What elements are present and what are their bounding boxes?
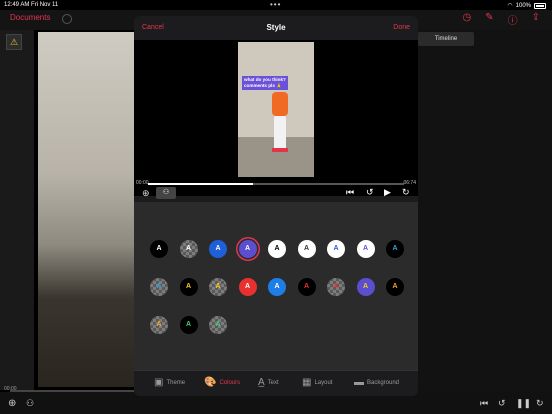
- tab-label: Text: [267, 379, 279, 386]
- tab-label: Layout: [314, 379, 333, 386]
- colour-swatch[interactable]: A: [150, 240, 168, 258]
- background-icon: ▬: [354, 377, 364, 388]
- done-button[interactable]: Done: [393, 24, 410, 31]
- status-right: ◠ 100%: [507, 2, 546, 9]
- pause-icon[interactable]: ❚❚: [516, 398, 531, 409]
- tab-label: Theme: [166, 379, 186, 386]
- colour-swatch[interactable]: A: [356, 278, 375, 296]
- play-icon[interactable]: ▶: [384, 187, 391, 198]
- skip-back-icon[interactable]: ⏮: [480, 398, 488, 409]
- colour-swatch[interactable]: A: [356, 240, 375, 258]
- status-bar: 12:49 AM Fri Nov 11 ••• ◠ 100%: [0, 0, 552, 10]
- battery-icon: [534, 2, 546, 9]
- colour-swatch[interactable]: A: [327, 240, 345, 258]
- background-toolbar: ◷ ✎ ⓘ ⇪: [462, 12, 540, 27]
- zoom-icon[interactable]: ⊕: [142, 188, 150, 199]
- background-video: [38, 32, 134, 387]
- multitask-dots[interactable]: •••: [270, 0, 281, 9]
- colour-swatch[interactable]: A: [297, 278, 316, 296]
- colour-swatch[interactable]: A: [209, 240, 227, 258]
- colour-swatch[interactable]: A: [238, 278, 257, 296]
- modal-title: Style: [266, 23, 286, 32]
- status-time: 12:49 AM Fri Nov 11: [4, 2, 59, 8]
- background-timecode: 00:00: [4, 386, 17, 392]
- preview-person: [272, 92, 288, 154]
- colour-swatch[interactable]: A: [179, 278, 198, 296]
- timeline-tab[interactable]: Timeline: [418, 32, 474, 46]
- zoom-icon[interactable]: ⊕: [8, 398, 16, 409]
- theme-icon: ▣: [154, 377, 164, 388]
- warning-icon[interactable]: ⚠: [6, 34, 22, 50]
- colour-swatch[interactable]: A: [238, 240, 257, 258]
- palette-icon: 🎨: [204, 377, 217, 388]
- colour-swatch[interactable]: A: [150, 278, 168, 296]
- skip-back-icon[interactable]: ⏮: [346, 187, 354, 198]
- tab-layout[interactable]: ▦ Layout: [302, 377, 332, 388]
- tab-colours[interactable]: 🎨 Colours: [204, 377, 240, 388]
- video-preview: what do you think? comments pls 🙏: [134, 40, 418, 196]
- replay-icon[interactable]: ↺: [498, 398, 506, 409]
- colour-swatch[interactable]: A: [179, 240, 198, 258]
- help-icon[interactable]: ⓘ: [508, 12, 518, 27]
- colour-swatch[interactable]: A: [386, 278, 404, 296]
- colour-swatch[interactable]: A: [297, 240, 316, 258]
- background-left-panel: [0, 30, 34, 390]
- colour-swatch[interactable]: A: [268, 240, 286, 258]
- tab-text[interactable]: A̲ Text: [258, 377, 279, 388]
- edit-icon[interactable]: ✎: [485, 12, 493, 27]
- colour-swatch[interactable]: A: [386, 240, 404, 258]
- more-icon[interactable]: [62, 14, 72, 24]
- modal-header: Cancel Style Done: [134, 16, 418, 40]
- documents-link[interactable]: Documents: [10, 13, 50, 22]
- share-icon[interactable]: ⇪: [532, 12, 540, 27]
- colour-swatch[interactable]: A: [179, 316, 198, 334]
- colour-swatch[interactable]: A: [268, 278, 286, 296]
- people-icon[interactable]: ⚇: [26, 398, 34, 409]
- wifi-icon: ◠: [507, 3, 513, 9]
- caption-bubble: what do you think? comments pls 🙏: [242, 76, 288, 90]
- forward-icon[interactable]: ↻: [402, 187, 410, 198]
- tab-label: Colours: [219, 379, 241, 386]
- battery-percent: 100%: [515, 2, 531, 9]
- tab-label: Background: [367, 379, 400, 386]
- tab-background[interactable]: ▬ Background: [354, 377, 399, 388]
- playback-controls: ⊕ ⚇ ⏮ ↺ ▶ ↻: [134, 186, 418, 202]
- text-icon: A̲: [258, 377, 265, 388]
- background-right-panel: [418, 30, 552, 392]
- preview-frame: what do you think? comments pls 🙏: [238, 42, 314, 177]
- colour-swatch[interactable]: A: [327, 278, 345, 296]
- playback-scrubber[interactable]: [148, 183, 404, 185]
- forward-icon[interactable]: ↻: [536, 398, 544, 409]
- speakers-icon[interactable]: ⚇: [156, 187, 176, 199]
- style-modal: Cancel Style Done what do you think? com…: [134, 16, 418, 396]
- style-tab-bar: ▣ Theme 🎨 Colours A̲ Text ▦ Layout ▬ Background: [134, 370, 418, 396]
- replay-icon[interactable]: ↺: [366, 187, 374, 198]
- history-icon[interactable]: ◷: [462, 12, 471, 27]
- colour-swatch[interactable]: A: [209, 316, 227, 334]
- colour-swatch[interactable]: A: [209, 278, 227, 296]
- colour-swatch-panel: AAAAAAAAAAAAAAAAAAAAA: [134, 202, 418, 370]
- layout-icon: ▦: [302, 377, 312, 388]
- colour-swatch[interactable]: A: [150, 316, 168, 334]
- tab-theme[interactable]: ▣ Theme: [154, 377, 185, 388]
- scrubber-progress: [148, 183, 253, 185]
